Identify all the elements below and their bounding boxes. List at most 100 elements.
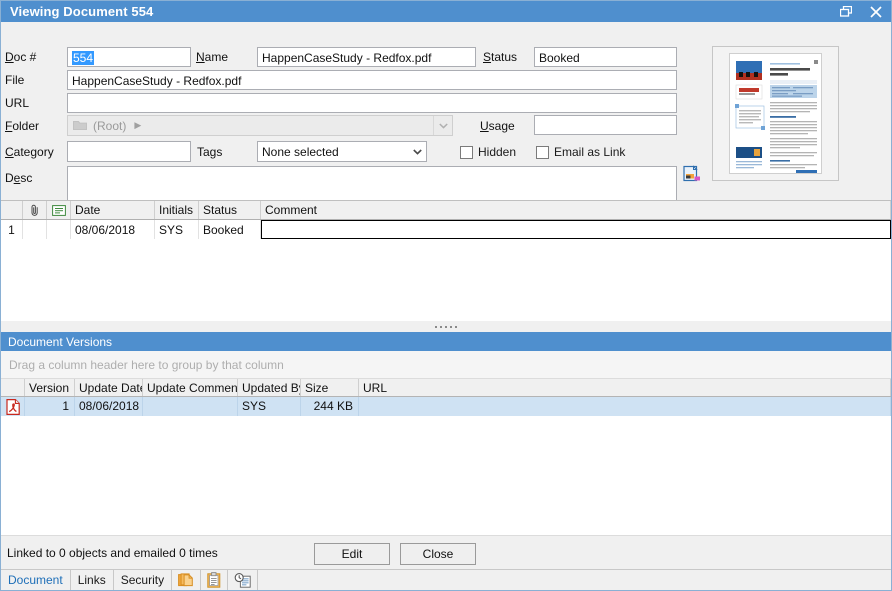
hidden-checkbox[interactable]: Hidden (460, 145, 516, 159)
versions-cell-updated-by: SYS (238, 397, 301, 416)
chevron-down-icon (413, 149, 422, 155)
audit-col-attachment[interactable] (23, 201, 47, 219)
audit-cell-initials: SYS (155, 220, 199, 239)
audit-col-comment[interactable]: Comment (261, 201, 891, 219)
versions-cell-update-comments (143, 397, 238, 416)
desc-label: Desc (5, 171, 32, 185)
folder-label: Folder (5, 119, 39, 133)
folder-dropdown-button[interactable] (433, 116, 452, 135)
audit-col-date[interactable]: Date (71, 201, 155, 219)
versions-col-update-date[interactable]: Update Date (75, 379, 143, 396)
document-form: Doc # 554 Name HappenCaseStudy - Redfox.… (1, 22, 891, 200)
pdf-page-thumbnail-icon (730, 54, 822, 174)
usage-input[interactable] (534, 115, 677, 135)
file-label: File (5, 73, 24, 87)
category-input[interactable] (67, 141, 191, 162)
url-input[interactable] (67, 93, 677, 113)
doc-number-input[interactable]: 554 (67, 47, 191, 67)
tags-value: None selected (262, 145, 339, 159)
tags-select[interactable]: None selected (257, 141, 427, 162)
tab-document[interactable]: Document (1, 570, 71, 590)
audit-col-status[interactable]: Status (199, 201, 261, 219)
versions-col-version[interactable]: Version (25, 379, 75, 396)
folder-selector[interactable]: (Root) ▶ (67, 115, 453, 136)
close-icon (870, 6, 882, 18)
document-thumbnail-preview[interactable] (712, 46, 839, 181)
email-as-link-label: Email as Link (554, 145, 625, 159)
versions-col-icon[interactable] (1, 379, 25, 396)
document-versions-panel: Document Versions Drag a column header h… (1, 332, 891, 535)
edit-button[interactable]: Edit (314, 543, 390, 565)
attachment-icon (30, 204, 40, 217)
audit-cell-attachment (23, 220, 47, 239)
tab-clipboard[interactable] (201, 570, 228, 590)
versions-cell-update-date: 08/06/2018 1 (75, 397, 143, 416)
document-viewer-window: Viewing Document 554 Doc # 554 Name Happ… (0, 0, 892, 591)
folder-expand-icon: ▶ (134, 120, 141, 131)
audit-cell-status: Booked (199, 220, 261, 239)
image-preview-icon (683, 165, 701, 183)
history-icon (234, 573, 251, 588)
audit-cell-rownum: 1 (1, 220, 23, 239)
versions-col-size[interactable]: Size (301, 379, 359, 396)
versions-cell-version: 1 (25, 397, 75, 416)
folder-icon (73, 120, 87, 131)
table-row[interactable]: 1 08/06/2018 SYS Booked (1, 220, 891, 239)
footer-bar: Linked to 0 objects and emailed 0 times … (1, 535, 891, 569)
file-input[interactable]: HappenCaseStudy - Redfox.pdf (67, 70, 677, 90)
link-status-text: Linked to 0 objects and emailed 0 times (7, 546, 218, 560)
name-input[interactable]: HappenCaseStudy - Redfox.pdf (257, 47, 476, 67)
copies-icon (178, 573, 194, 588)
doc-number-value: 554 (72, 51, 94, 65)
audit-grid-empty-area (1, 239, 891, 321)
pdf-icon (6, 399, 20, 415)
doc-number-label: Doc # (5, 50, 36, 64)
versions-cell-url (359, 397, 891, 416)
restore-button[interactable] (831, 1, 861, 22)
audit-cell-date: 08/06/2018 (71, 220, 155, 239)
versions-cell-size: 244 KB (301, 397, 359, 416)
usage-label: Usage (480, 119, 515, 133)
versions-col-url[interactable]: URL (359, 379, 891, 396)
audit-col-rownum[interactable] (1, 201, 23, 219)
audit-col-initials[interactable]: Initials (155, 201, 199, 219)
document-versions-header: Document Versions (1, 332, 891, 351)
audit-grid-header: Date Initials Status Comment (1, 201, 891, 220)
footer-actions: Edit Close (314, 543, 476, 565)
email-as-link-checkbox-box (536, 146, 549, 159)
name-label: Name (196, 50, 228, 64)
table-row[interactable]: 1 08/06/2018 1 SYS 244 KB (1, 397, 891, 416)
versions-col-updated-by[interactable]: Updated By (238, 379, 301, 396)
window-controls (831, 1, 891, 22)
versions-col-update-comments[interactable]: Update Comments (143, 379, 238, 396)
preview-image-button[interactable] (683, 165, 701, 183)
splitter-grip (435, 326, 457, 328)
hidden-checkbox-box (460, 146, 473, 159)
email-as-link-checkbox[interactable]: Email as Link (536, 145, 625, 159)
restore-icon (840, 6, 852, 17)
tab-history[interactable] (228, 570, 258, 590)
close-button[interactable] (861, 1, 891, 22)
category-label: Category (5, 145, 54, 159)
url-label: URL (5, 96, 29, 110)
tab-security[interactable]: Security (114, 570, 172, 590)
tab-links[interactable]: Links (71, 570, 114, 590)
close-button[interactable]: Close (400, 543, 476, 565)
tags-dropdown-button[interactable] (409, 142, 426, 161)
group-by-dropzone[interactable]: Drag a column header here to group by th… (1, 351, 891, 379)
audit-col-note[interactable] (47, 201, 71, 219)
hidden-label: Hidden (478, 145, 516, 159)
thumbnail-page (729, 53, 822, 174)
audit-cell-comment[interactable] (261, 220, 891, 239)
chevron-down-icon (439, 123, 448, 129)
versions-cell-icon (1, 397, 25, 416)
tab-copies[interactable] (172, 570, 201, 590)
bottom-tab-bar: Document Links Security (1, 569, 891, 590)
panel-splitter[interactable] (1, 321, 891, 332)
versions-grid-empty-area (1, 416, 891, 529)
status-input[interactable]: Booked (534, 47, 677, 67)
title-bar: Viewing Document 554 (1, 1, 891, 22)
clipboard-icon (207, 572, 221, 588)
status-label: Status (483, 50, 517, 64)
tab-bar-filler (258, 570, 891, 590)
